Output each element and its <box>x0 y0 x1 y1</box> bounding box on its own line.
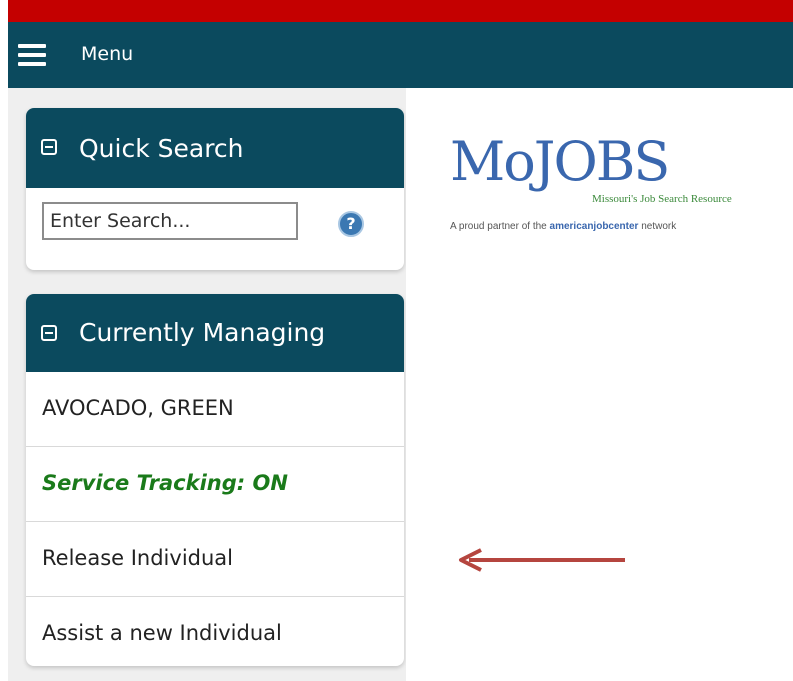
quick-search-title: Quick Search <box>79 134 244 163</box>
menu-label[interactable]: Menu <box>81 43 133 65</box>
currently-managing-card: Currently Managing AVOCADO, GREEN Servic… <box>26 294 404 666</box>
quick-search-card: Quick Search ? <box>26 108 404 270</box>
logo-subtitle: Missouri's Job Search Resource <box>592 193 732 205</box>
currently-managing-title: Currently Managing <box>79 318 326 347</box>
list-item-label: Service Tracking: ON <box>42 471 288 495</box>
hamburger-menu-icon[interactable] <box>18 44 46 66</box>
list-item-label: Release Individual <box>42 546 233 570</box>
logo-tagline: A proud partner of the americanjobcenter… <box>450 221 677 232</box>
annotation-arrow-icon <box>459 548 625 572</box>
top-navigation-bar: Menu <box>8 22 793 88</box>
top-red-bar <box>8 0 793 22</box>
assist-new-individual-link[interactable]: Assist a new Individual <box>26 597 404 666</box>
managed-individual-name[interactable]: AVOCADO, GREEN <box>26 372 404 447</box>
service-tracking-status[interactable]: Service Tracking: ON <box>26 447 404 522</box>
currently-managing-header[interactable]: Currently Managing <box>26 294 404 372</box>
quick-search-header[interactable]: Quick Search <box>26 108 404 188</box>
collapse-icon[interactable] <box>41 325 57 341</box>
mojobs-logo: MoJOBS Missouri's Job Search Resource A … <box>450 130 732 233</box>
release-individual-link[interactable]: Release Individual <box>26 522 404 597</box>
list-item-label: AVOCADO, GREEN <box>42 396 234 420</box>
help-icon[interactable]: ? <box>338 211 364 237</box>
logo-wordmark: MoJOBS <box>450 130 670 193</box>
search-input[interactable] <box>42 202 298 240</box>
collapse-icon[interactable] <box>41 139 57 155</box>
list-item-label: Assist a new Individual <box>42 621 282 645</box>
